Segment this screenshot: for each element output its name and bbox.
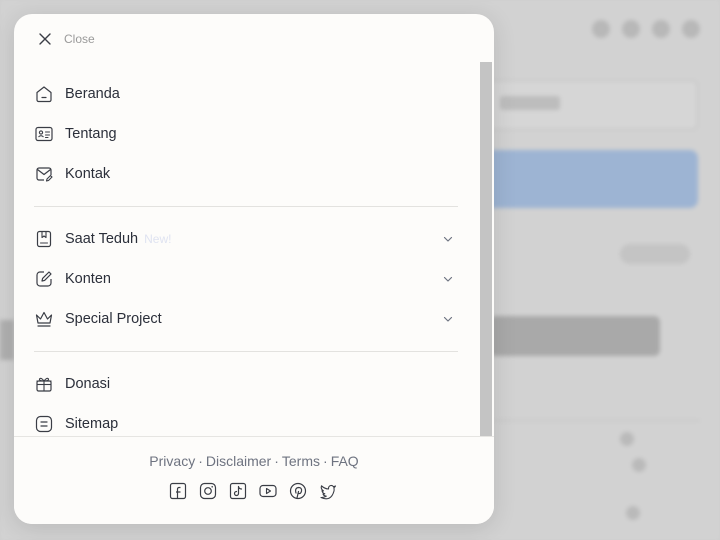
pinterest-icon[interactable] bbox=[288, 481, 308, 501]
menu-item-konten[interactable]: Konten bbox=[34, 265, 458, 293]
menu-item-label: Saat Teduh bbox=[65, 231, 139, 247]
disclaimer-link[interactable]: Disclaimer bbox=[206, 453, 271, 469]
background-heading-left bbox=[0, 320, 14, 360]
chevron-down-icon[interactable] bbox=[442, 313, 454, 325]
menu-item-tentang[interactable]: Tentang bbox=[34, 120, 458, 148]
scrollbar[interactable] bbox=[480, 62, 492, 436]
tiktok-icon[interactable] bbox=[228, 481, 248, 501]
facebook-icon[interactable] bbox=[168, 481, 188, 501]
close-icon bbox=[39, 33, 51, 45]
footer-separator: · bbox=[198, 453, 203, 469]
menu-item-label: Beranda bbox=[65, 86, 120, 102]
background-top-icons bbox=[592, 20, 700, 38]
modal-footer: Privacy · Disclaimer · Terms · FAQ bbox=[14, 436, 494, 524]
background-dot bbox=[620, 432, 634, 446]
close-button[interactable]: Close bbox=[38, 30, 95, 48]
chevron-down-icon[interactable] bbox=[442, 233, 454, 245]
menu-item-label: Konten bbox=[65, 271, 111, 287]
background-banner bbox=[470, 150, 698, 208]
background-divider bbox=[494, 420, 700, 421]
footer-links: Privacy · Disclaimer · Terms · FAQ bbox=[14, 453, 494, 469]
faq-link[interactable]: FAQ bbox=[331, 453, 359, 469]
id-card-icon bbox=[34, 124, 54, 144]
menu-scroll-area[interactable]: Beranda Tentang Kontak Saat Teduh New! K… bbox=[14, 62, 494, 436]
list-icon bbox=[34, 414, 54, 434]
menu-item-special-project[interactable]: Special Project bbox=[34, 305, 458, 333]
footer-separator: · bbox=[323, 453, 328, 469]
menu-item-donasi[interactable]: Donasi bbox=[34, 370, 458, 398]
new-badge: New! bbox=[144, 232, 172, 246]
chevron-down-icon[interactable] bbox=[442, 273, 454, 285]
edit-icon bbox=[34, 269, 54, 289]
bookmark-book-icon bbox=[34, 229, 54, 249]
menu-item-beranda[interactable]: Beranda bbox=[34, 80, 458, 108]
twitter-icon[interactable] bbox=[318, 481, 338, 501]
home-icon bbox=[34, 84, 54, 104]
gift-icon bbox=[34, 374, 54, 394]
crown-icon bbox=[34, 309, 54, 329]
footer-separator: · bbox=[274, 453, 279, 469]
close-label: Close bbox=[64, 32, 95, 46]
navigation-modal: Close Beranda Tentang Kontak Saat Teduh … bbox=[14, 14, 494, 524]
social-links bbox=[168, 481, 338, 501]
menu-item-label: Kontak bbox=[65, 166, 111, 182]
menu-divider bbox=[34, 206, 458, 207]
instagram-icon[interactable] bbox=[198, 481, 218, 501]
background-heading bbox=[490, 316, 660, 356]
menu-item-saat-teduh[interactable]: Saat Teduh New! bbox=[34, 225, 458, 253]
background-search-text bbox=[500, 96, 560, 110]
menu-item-label: Special Project bbox=[65, 311, 162, 327]
background-dot bbox=[626, 506, 640, 520]
menu-item-sitemap[interactable]: Sitemap bbox=[34, 410, 458, 436]
menu-item-kontak[interactable]: Kontak bbox=[34, 160, 458, 188]
terms-link[interactable]: Terms bbox=[282, 453, 320, 469]
background-pill bbox=[620, 244, 690, 264]
menu-item-label: Tentang bbox=[65, 126, 117, 142]
privacy-link[interactable]: Privacy bbox=[149, 453, 195, 469]
menu-item-label: Donasi bbox=[65, 376, 111, 392]
youtube-icon[interactable] bbox=[258, 481, 278, 501]
mail-icon bbox=[34, 164, 54, 184]
menu-divider bbox=[34, 351, 458, 352]
background-dot bbox=[632, 458, 646, 472]
menu-item-label: Sitemap bbox=[65, 416, 119, 432]
